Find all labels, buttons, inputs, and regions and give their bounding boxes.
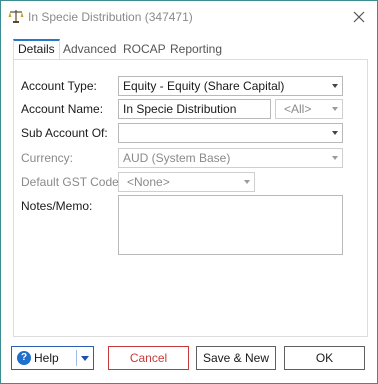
save-new-button[interactable]: Save & New xyxy=(196,346,276,370)
chevron-down-icon xyxy=(332,84,338,88)
scales-icon xyxy=(8,10,24,23)
help-icon: ? xyxy=(17,351,31,365)
help-button[interactable]: ? Help xyxy=(11,346,94,370)
account-name-scope-value: <All> xyxy=(284,102,312,116)
tab-rocap[interactable]: ROCAP xyxy=(123,41,166,59)
gst-code-select: <None> xyxy=(118,172,255,192)
account-name-value: In Specie Distribution xyxy=(123,102,237,116)
chevron-down-icon xyxy=(332,156,338,160)
save-new-label: Save & New xyxy=(202,351,270,365)
sub-account-label: Sub Account Of: xyxy=(21,126,108,140)
dialog-window: In Specie Distribution (347471) Details … xyxy=(0,0,378,384)
gst-code-value: <None> xyxy=(127,175,170,189)
title-bar: In Specie Distribution (347471) xyxy=(1,1,377,32)
ok-label: OK xyxy=(315,351,334,365)
account-name-scope-select[interactable]: <All> xyxy=(275,99,343,119)
tab-advanced[interactable]: Advanced xyxy=(63,41,116,59)
account-type-label: Account Type: xyxy=(21,79,97,93)
cancel-label: Cancel xyxy=(129,351,168,365)
sub-account-select[interactable] xyxy=(118,123,343,143)
notes-memo-textarea[interactable] xyxy=(118,195,343,255)
account-type-select[interactable]: Equity - Equity (Share Capital) xyxy=(118,76,343,96)
account-name-input[interactable]: In Specie Distribution xyxy=(118,99,271,119)
account-name-label: Account Name: xyxy=(21,102,104,116)
tab-details[interactable]: Details xyxy=(13,39,60,59)
currency-select: AUD (System Base) xyxy=(118,148,343,168)
help-label: Help xyxy=(34,351,59,365)
close-icon[interactable] xyxy=(349,7,369,27)
chevron-down-icon xyxy=(244,180,250,184)
chevron-down-icon[interactable] xyxy=(81,356,89,361)
cancel-button[interactable]: Cancel xyxy=(108,346,189,370)
ok-button[interactable]: OK xyxy=(284,346,365,370)
account-type-value: Equity - Equity (Share Capital) xyxy=(123,79,285,93)
currency-value: AUD (System Base) xyxy=(123,151,231,165)
notes-memo-label: Notes/Memo: xyxy=(21,199,93,213)
chevron-down-icon xyxy=(332,107,338,111)
gst-code-label: Default GST Code: xyxy=(21,175,123,189)
help-divider xyxy=(76,350,77,366)
window-title: In Specie Distribution (347471) xyxy=(28,10,193,24)
tab-reporting[interactable]: Reporting xyxy=(170,41,222,59)
currency-label: Currency: xyxy=(21,151,74,165)
chevron-down-icon xyxy=(332,131,338,135)
